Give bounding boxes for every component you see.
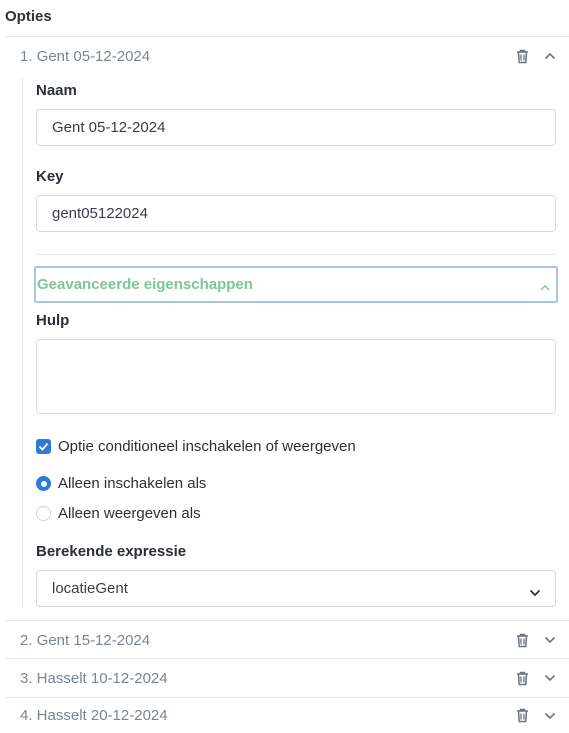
option-header-1[interactable]: 1. Gent 05-12-2024 (5, 37, 569, 75)
chevron-up-icon (539, 279, 551, 297)
radio-enable-row[interactable]: Alleen inschakelen als (36, 475, 206, 492)
advanced-properties-toggle[interactable]: Geavanceerde eigenschappen (34, 266, 558, 303)
key-label: Key (36, 168, 64, 185)
chevron-down-icon[interactable] (543, 708, 557, 724)
trash-icon[interactable] (515, 632, 529, 648)
option-header-3[interactable]: 3. Hasselt 10-12-2024 (5, 659, 569, 697)
chevron-down-icon[interactable] (543, 632, 557, 648)
trash-icon[interactable] (515, 708, 529, 724)
option-body-line (22, 78, 23, 608)
option-title-3: 3. Hasselt 10-12-2024 (20, 669, 168, 687)
section-title: Opties (5, 8, 52, 25)
radio-enable[interactable] (36, 476, 51, 491)
expression-label: Berekende expressie (36, 543, 187, 560)
name-input[interactable]: Gent 05-12-2024 (36, 109, 556, 146)
option-header-2[interactable]: 2. Gent 15-12-2024 (5, 621, 569, 659)
divider (36, 254, 556, 255)
conditional-checkbox[interactable] (36, 439, 51, 454)
chevron-down-icon (529, 584, 541, 601)
trash-icon[interactable] (515, 48, 529, 64)
name-label: Naam (36, 82, 77, 99)
radio-show-label: Alleen weergeven als (58, 505, 201, 522)
expression-select-value: locatieGent (52, 580, 128, 597)
checkmark-icon (38, 442, 49, 451)
conditional-checkbox-row[interactable]: Optie conditioneel inschakelen of weerge… (36, 438, 356, 455)
chevron-down-icon[interactable] (543, 670, 557, 686)
help-textarea[interactable] (36, 339, 556, 414)
option-header-4[interactable]: 4. Hasselt 20-12-2024 (5, 698, 569, 733)
option-title-4: 4. Hasselt 20-12-2024 (20, 707, 168, 724)
option-title-1: 1. Gent 05-12-2024 (20, 47, 151, 65)
advanced-properties-title: Geavanceerde eigenschappen (37, 276, 253, 293)
option-title-2: 2. Gent 15-12-2024 (20, 631, 151, 649)
radio-show[interactable] (36, 506, 51, 521)
radio-enable-label: Alleen inschakelen als (58, 475, 207, 492)
key-input[interactable]: gent05122024 (36, 195, 556, 232)
chevron-up-icon[interactable] (543, 48, 557, 64)
trash-icon[interactable] (515, 670, 529, 686)
expression-select[interactable]: locatieGent (36, 570, 556, 607)
help-label: Hulp (36, 312, 70, 329)
conditional-checkbox-label: Optie conditioneel inschakelen of weerge… (58, 438, 356, 455)
radio-show-row[interactable]: Alleen weergeven als (36, 505, 201, 522)
